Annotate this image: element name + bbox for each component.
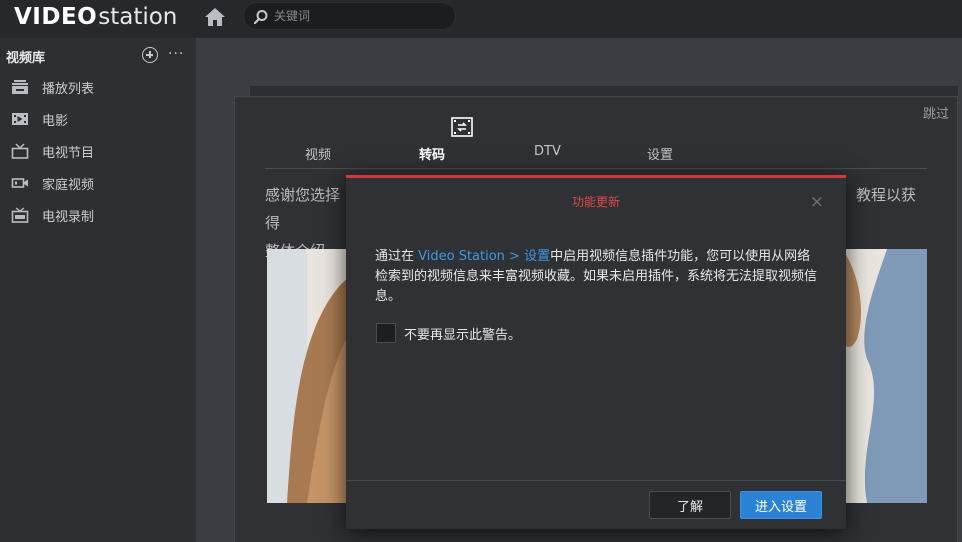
intro-line1-left: 感谢您选择 xyxy=(265,186,341,204)
tab-transcode[interactable]: 转码 xyxy=(419,144,445,163)
tv-icon xyxy=(11,143,29,159)
close-icon[interactable]: × xyxy=(810,192,824,212)
settings-link[interactable]: Video Station > 设置 xyxy=(418,249,550,264)
dont-show-again-row[interactable]: 不要再显示此警告。 xyxy=(376,323,521,343)
tv-record-icon xyxy=(11,207,29,223)
dialog-message: 通过在 Video Station > 设置中启用视频信息插件功能，您可以使用从… xyxy=(375,247,819,307)
transcode-icon xyxy=(451,117,473,137)
more-options-icon[interactable]: ··· xyxy=(168,46,184,62)
add-library-icon[interactable] xyxy=(142,47,158,63)
tab-videos[interactable]: 视频 xyxy=(305,144,331,163)
dialog-divider xyxy=(346,480,846,481)
library-header: 视频库 xyxy=(6,51,46,66)
go-to-settings-button[interactable]: 进入设置 xyxy=(740,491,822,519)
feature-tabs: 视频 转码 DTV 设置 xyxy=(265,117,927,169)
tab-dtv[interactable]: DTV xyxy=(534,144,561,159)
sidebar-item-label: 电影 xyxy=(42,114,69,129)
search-input[interactable] xyxy=(274,7,444,25)
logo-video-text: VIDEO xyxy=(14,4,98,30)
sidebar-item-label: 家庭视频 xyxy=(42,178,95,193)
dont-show-again-checkbox[interactable] xyxy=(376,323,396,343)
search-box[interactable] xyxy=(243,2,456,30)
feature-update-dialog: 功能更新 × 通过在 Video Station > 设置中启用视频信息插件功能… xyxy=(346,175,846,529)
sidebar-item-tv-recording[interactable]: 电视录制 xyxy=(0,199,196,231)
ok-button[interactable]: 了解 xyxy=(649,491,731,519)
checkbox-label: 不要再显示此警告。 xyxy=(404,327,522,343)
sidebar-item-movies[interactable]: 电影 xyxy=(0,103,196,135)
logo-station-text: station xyxy=(98,4,178,30)
sidebar-item-label: 电视录制 xyxy=(42,210,95,225)
home-icon[interactable] xyxy=(203,6,227,28)
dialog-title: 功能更新 xyxy=(571,195,620,209)
sidebar-item-playlist[interactable]: 播放列表 xyxy=(0,71,196,103)
sidebar-item-home-videos[interactable]: 家庭视频 xyxy=(0,167,196,199)
top-bar: VIDEO station xyxy=(0,0,962,38)
search-icon xyxy=(253,10,268,25)
app-logo: VIDEO station xyxy=(14,4,177,34)
sidebar-item-label: 播放列表 xyxy=(42,82,95,97)
sidebar: 视频库 ··· 播放列表 电影 电视节目 家庭视频 电视录制 xyxy=(0,38,196,542)
film-icon xyxy=(12,113,28,125)
message-prefix: 通过在 xyxy=(375,249,419,264)
sidebar-item-label: 电视节目 xyxy=(42,146,95,161)
sidebar-item-tv-shows[interactable]: 电视节目 xyxy=(0,135,196,167)
camcorder-icon xyxy=(11,178,28,188)
playlist-icon xyxy=(12,80,28,94)
tab-settings[interactable]: 设置 xyxy=(647,144,673,163)
